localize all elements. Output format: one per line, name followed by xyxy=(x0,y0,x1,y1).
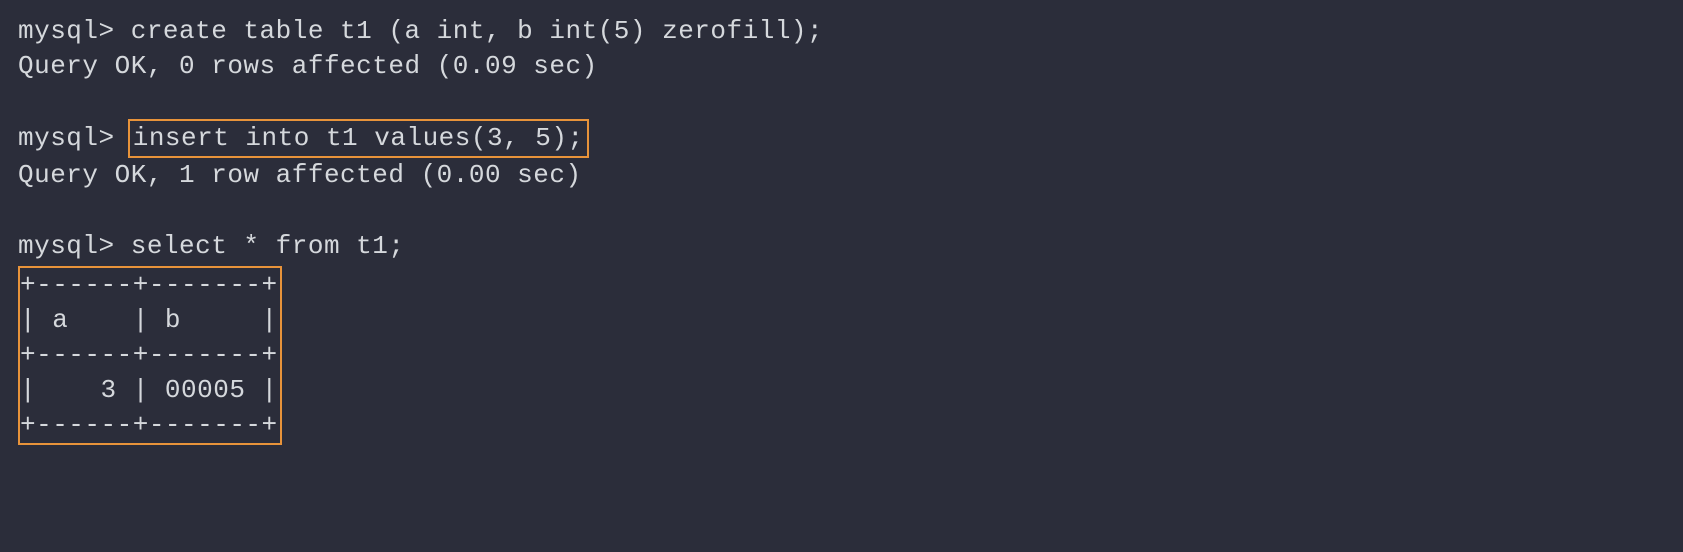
command-line-1: mysql> create table t1 (a int, b int(5) … xyxy=(18,14,1665,49)
prompt: mysql> xyxy=(18,231,131,261)
command-text: create table t1 (a int, b int(5) zerofil… xyxy=(131,16,823,46)
blank-line xyxy=(18,193,1665,228)
table-header: | a | b | xyxy=(20,303,278,338)
table-border: +------+-------+ xyxy=(20,338,278,373)
command-line-3: mysql> select * from t1; xyxy=(18,229,1665,264)
table-row: | 3 | 00005 | xyxy=(20,373,278,408)
table-border: +------+-------+ xyxy=(20,268,278,303)
prompt: mysql> xyxy=(18,121,131,156)
command-text: select * from t1; xyxy=(131,231,405,261)
result-table-highlighted: +------+-------+ | a | b | +------+-----… xyxy=(18,266,282,445)
prompt: mysql> xyxy=(18,16,131,46)
result-line-2: Query OK, 1 row affected (0.00 sec) xyxy=(18,158,1665,193)
command-line-2: mysql> insert into t1 values(3, 5); xyxy=(18,119,1665,158)
table-border: +------+-------+ xyxy=(20,408,278,443)
blank-line xyxy=(18,84,1665,119)
highlighted-command: insert into t1 values(3, 5); xyxy=(128,119,589,158)
result-line-1: Query OK, 0 rows affected (0.09 sec) xyxy=(18,49,1665,84)
terminal-output: mysql> create table t1 (a int, b int(5) … xyxy=(18,14,1665,445)
